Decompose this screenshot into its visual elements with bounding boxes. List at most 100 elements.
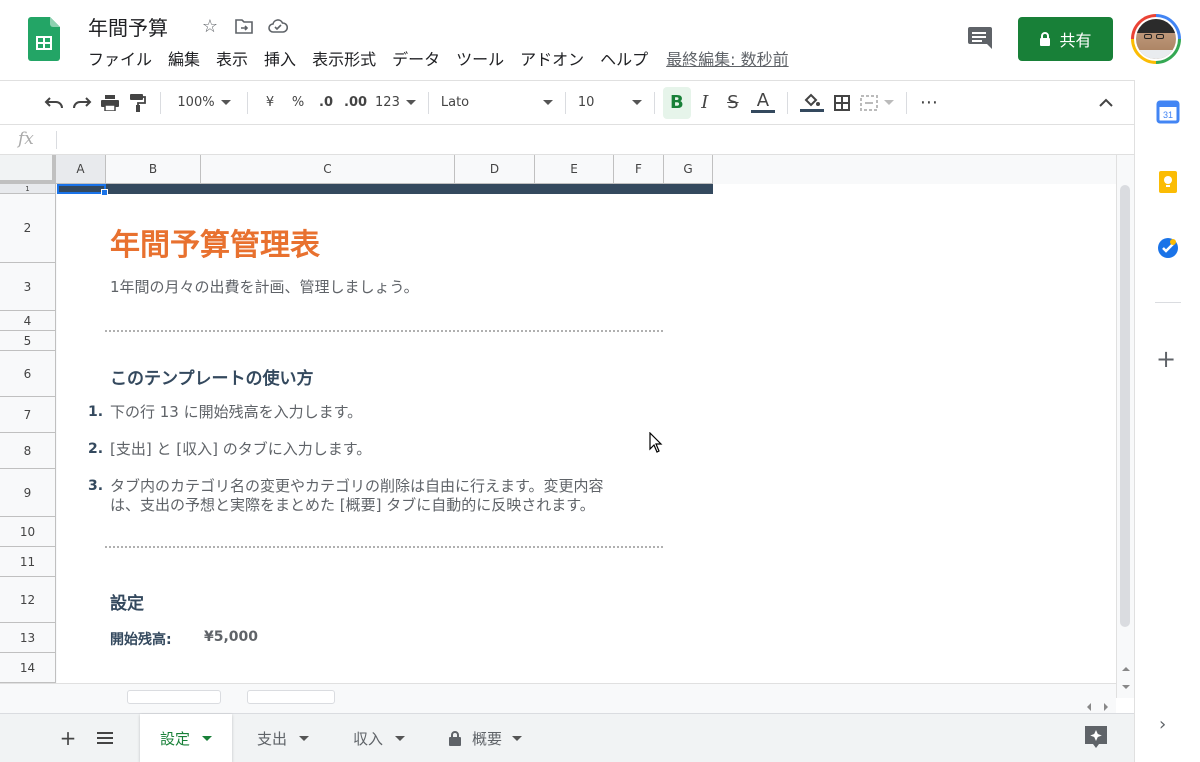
all-sheets-icon[interactable] [91,724,119,752]
row-header-2[interactable]: 2 [0,194,56,263]
fill-color-button[interactable] [796,87,828,119]
add-sheet-icon[interactable]: + [54,724,82,752]
explore-icon[interactable] [1083,724,1109,750]
borders-icon[interactable] [828,87,856,119]
zoom-select[interactable]: 100% [169,87,239,119]
sheet-content[interactable]: 年間予算管理表 1年間の月々の出費を計画、管理しましょう。 このテンプレートの使… [57,184,713,683]
scroll-down-icon[interactable] [1121,683,1131,691]
horizontal-scrollbar[interactable] [0,683,1116,713]
menu-view[interactable]: 表示 [208,48,256,72]
svg-text:31: 31 [1163,110,1173,120]
more-formats-select[interactable]: 123 [371,87,420,119]
font-select[interactable]: Lato [437,87,557,119]
paint-format-icon[interactable] [124,87,152,119]
tasks-icon[interactable] [1156,236,1180,260]
menu-addons[interactable]: アドオン [512,48,592,72]
strikethrough-button[interactable]: S [719,87,747,119]
row-header-8[interactable]: 8 [0,433,56,469]
vertical-scrollbar[interactable] [1116,155,1134,698]
star-icon[interactable]: ☆ [198,14,222,38]
select-all-corner[interactable] [0,155,56,184]
side-panel: 31 + › [1134,80,1200,762]
row-header-10[interactable]: 10 [0,517,56,547]
menu-tools[interactable]: ツール [448,48,512,72]
column-header-b[interactable]: B [106,155,201,184]
column-header-g[interactable]: G [664,155,713,184]
document-title[interactable]: 年間予算 [88,12,168,41]
cloud-status-icon[interactable] [266,14,290,38]
menu-insert[interactable]: 挿入 [256,48,304,72]
avatar[interactable] [1131,14,1181,64]
font-size-value: 10 [577,95,595,110]
menu-edit[interactable]: 編集 [160,48,208,72]
comment-history-icon[interactable] [964,24,996,52]
settings-heading: 設定 [110,594,144,614]
chevron-down-icon [405,100,416,105]
fill-handle[interactable] [101,189,108,196]
print-icon[interactable] [96,87,124,119]
column-header-a[interactable]: A [56,155,106,184]
increase-decimal-button[interactable]: .00 [340,87,371,119]
decrease-decimal-button[interactable]: .0 [312,87,340,119]
menu-file[interactable]: ファイル [80,48,160,72]
row-header-6[interactable]: 6 [0,351,56,397]
keep-icon[interactable] [1156,170,1180,194]
last-edit-link[interactable]: 最終編集: 数秒前 [666,48,788,72]
tab-expenses[interactable]: 支出 [237,714,329,762]
currency-format-button[interactable]: ¥ [256,87,284,119]
bold-button[interactable]: B [662,86,691,119]
undo-icon[interactable] [40,87,68,119]
percent-format-button[interactable]: % [284,87,312,119]
sheets-logo-icon[interactable] [28,17,60,61]
chevron-down-icon[interactable] [512,735,523,741]
more-options-icon[interactable]: ⋯ [915,87,943,119]
column-header-e[interactable]: E [535,155,614,184]
row-header-5[interactable]: 5 [0,331,56,351]
row-header-11[interactable]: 11 [0,547,56,577]
row-header-1[interactable]: 1 [0,184,56,194]
menu-data[interactable]: データ [384,48,448,72]
chevron-down-icon [220,100,231,105]
font-size-select[interactable]: 10 [574,87,646,119]
formula-bar: fx [0,124,1134,155]
collapse-menu-icon[interactable] [1092,87,1120,119]
chevron-down-icon[interactable] [395,735,406,741]
menu-help[interactable]: ヘルプ [592,48,656,72]
row-header-12[interactable]: 12 [0,577,56,623]
row-header-13[interactable]: 13 [0,623,56,653]
merge-cells-icon[interactable] [856,87,898,119]
chevron-down-icon[interactable] [202,735,213,741]
tab-summary[interactable]: 概要 [428,714,542,762]
row-header-9[interactable]: 9 [0,469,56,517]
scroll-right-icon[interactable] [1102,702,1110,712]
step-number: 2. [88,441,104,457]
column-header-f[interactable]: F [614,155,664,184]
scroll-up-icon[interactable] [1121,665,1131,673]
column-header-c[interactable]: C [201,155,455,184]
chevron-down-icon[interactable] [299,735,310,741]
row-header-4[interactable]: 4 [0,311,56,331]
vertical-scroll-thumb[interactable] [1120,185,1130,627]
calendar-icon[interactable]: 31 [1156,100,1180,124]
horizontal-scroll-thumb[interactable] [127,690,221,704]
chevron-right-icon[interactable]: › [1159,714,1166,735]
horizontal-scroll-thumb[interactable] [247,690,335,704]
selected-cell[interactable] [57,184,106,194]
tab-income[interactable]: 収入 [333,714,425,762]
redo-icon[interactable] [68,87,96,119]
row-header-7[interactable]: 7 [0,397,56,433]
column-header-d[interactable]: D [455,155,535,184]
lock-icon [449,731,461,746]
italic-button[interactable]: I [691,87,719,119]
row-header-3[interactable]: 3 [0,263,56,311]
start-balance-value[interactable]: ¥5,000 [204,629,258,645]
row-header-14[interactable]: 14 [0,653,56,683]
tab-settings[interactable]: 設定 [140,714,233,762]
menu-format[interactable]: 表示形式 [304,48,384,72]
get-addons-icon[interactable]: + [1156,345,1176,373]
text-color-button[interactable]: A [747,87,779,119]
share-button[interactable]: 共有 [1018,17,1113,61]
scroll-left-icon[interactable] [1085,702,1093,712]
move-folder-icon[interactable] [232,14,256,38]
formula-input[interactable] [64,125,1124,154]
